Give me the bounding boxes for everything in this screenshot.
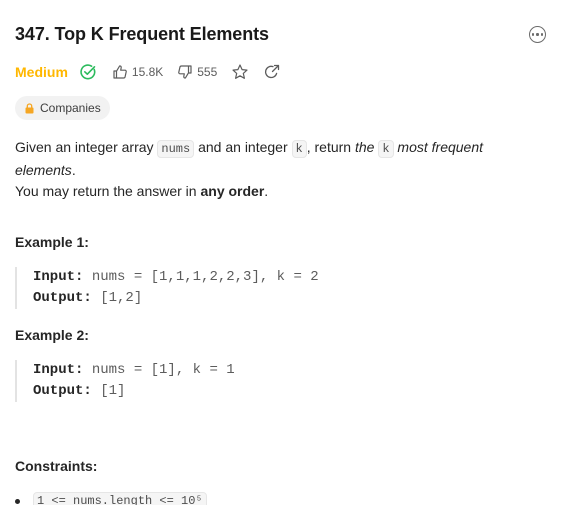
constraints-title: Constraints: bbox=[15, 458, 98, 474]
problem-meta-bar: Medium 15.8K 555 bbox=[15, 62, 295, 82]
like-count: 15.8K bbox=[131, 65, 164, 79]
companies-label: Companies bbox=[40, 101, 101, 115]
share-button[interactable] bbox=[263, 63, 281, 81]
bullet-icon bbox=[15, 498, 20, 504]
difficulty-badge: Medium bbox=[15, 64, 68, 80]
example-2-title: Example 2: bbox=[15, 327, 89, 343]
example-2-block: Input: nums = [1], k = 1 Output: [1] bbox=[15, 360, 235, 402]
thumbs-up-icon bbox=[113, 65, 127, 79]
description-paragraph-1: Given an integer array nums and an integ… bbox=[15, 139, 484, 178]
like-button[interactable]: 15.8K bbox=[112, 64, 163, 80]
companies-tag[interactable]: Companies bbox=[15, 96, 110, 120]
dislike-button[interactable]: 555 bbox=[177, 64, 217, 80]
inline-code-nums: nums bbox=[157, 140, 195, 158]
problem-description: Given an integer array nums and an integ… bbox=[15, 137, 545, 202]
share-icon bbox=[265, 64, 280, 79]
favorite-button[interactable] bbox=[231, 63, 249, 81]
example-1-block: Input: nums = [1,1,1,2,2,3], k = 2 Outpu… bbox=[15, 267, 319, 309]
inline-code-k: k bbox=[378, 140, 394, 158]
description-paragraph-2: You may return the answer in any order. bbox=[15, 183, 269, 199]
lock-icon bbox=[25, 102, 34, 113]
thumbs-down-icon bbox=[178, 65, 192, 79]
example-1-title: Example 1: bbox=[15, 234, 89, 250]
star-icon bbox=[232, 64, 248, 79]
solved-check-icon bbox=[79, 63, 97, 81]
constraint-code: 1 <= nums.length <= 10⁵ bbox=[33, 492, 207, 505]
problem-title: 347. Top K Frequent Elements bbox=[15, 24, 269, 44]
dislike-count: 555 bbox=[197, 65, 218, 79]
inline-code-k: k bbox=[291, 140, 307, 158]
constraint-item: 1 <= nums.length <= 10⁵ bbox=[15, 492, 207, 505]
more-options-button[interactable] bbox=[529, 26, 546, 43]
more-icon bbox=[532, 33, 535, 36]
